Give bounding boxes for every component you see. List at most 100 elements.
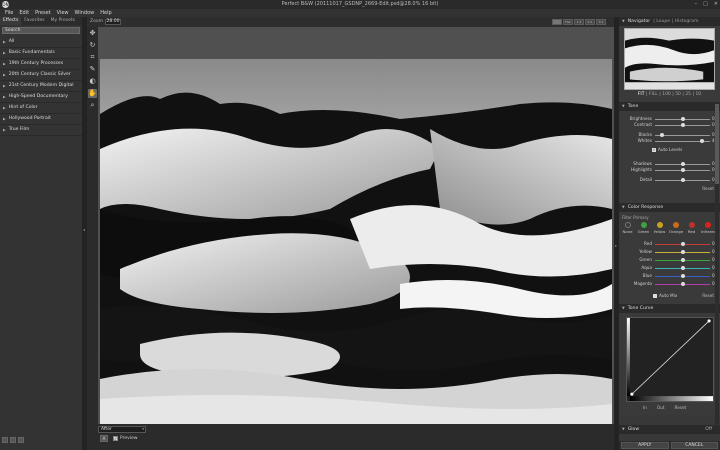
search-input[interactable]: Search (2, 27, 80, 34)
nav-50[interactable]: 50 (675, 92, 681, 97)
nav-25[interactable]: 25 (685, 92, 691, 97)
slider-handle[interactable] (680, 266, 685, 270)
filter-swatch[interactable]: Red (685, 222, 698, 234)
hand-tool-icon[interactable]: ✥ (88, 29, 97, 38)
preset-category[interactable]: ▶ 21st Century Modern Digital (0, 81, 82, 92)
preset-category[interactable]: ▶ Hint of Color (0, 103, 82, 114)
tone-curve-graph[interactable] (626, 317, 714, 402)
preset-category[interactable]: ▶ Basic Fundamentals (0, 48, 82, 59)
slider-handle[interactable] (699, 139, 704, 143)
auto-mix-toggle[interactable]: Auto Mix (653, 293, 677, 298)
panel-scrollbar[interactable] (715, 102, 719, 427)
nav-10[interactable]: 10 (695, 92, 701, 97)
slider-handle[interactable] (680, 162, 685, 166)
filter-swatch[interactable]: None (621, 222, 634, 234)
image-canvas[interactable] (98, 27, 614, 433)
grid-view-button[interactable] (18, 437, 24, 443)
app-logo: ON (2, 1, 9, 8)
menu-preset[interactable]: Preset (32, 9, 54, 17)
photo-preview[interactable] (100, 59, 612, 427)
thumb-view-button[interactable] (10, 437, 16, 443)
tone-reset-button[interactable]: Reset (702, 186, 714, 191)
filter-swatch[interactable]: Infrared (701, 222, 716, 234)
slider-handle[interactable] (680, 123, 685, 127)
compare-button[interactable]: A (100, 435, 108, 442)
slider-handle[interactable] (680, 250, 685, 254)
nav-fit[interactable]: FIT (638, 92, 645, 97)
preset-category-label: Hint of Color (8, 105, 38, 110)
brush-tool-icon[interactable]: ✎ (88, 65, 97, 74)
single-view-button[interactable] (552, 19, 562, 25)
preset-category[interactable]: ▶ 20th Century Classic Silver (0, 70, 82, 81)
preset-category[interactable]: ▶ All (0, 37, 82, 48)
preset-category-label: 21st Century Modern Digital (8, 83, 74, 88)
glow-state[interactable]: Off (705, 425, 712, 434)
slider-handle[interactable] (680, 282, 685, 286)
preset-category[interactable]: ▶ True Film (0, 125, 82, 136)
preset-category-label: Basic Fundamentals (8, 50, 55, 55)
close-button[interactable]: ✕ (714, 0, 718, 9)
list-view-button[interactable] (2, 437, 8, 443)
zoom-tool-icon[interactable]: ⌕ (88, 101, 97, 110)
slider-handle[interactable] (680, 178, 685, 182)
expand-arrow-icon: ▶ (3, 73, 6, 77)
slider-handle[interactable] (659, 133, 664, 137)
filter-name: Yellow (653, 229, 666, 234)
rotate-tool-icon[interactable]: ↻ (88, 41, 97, 50)
glow-header[interactable]: ▼ Glow Off (619, 425, 720, 434)
tone-curve-header[interactable]: ▼ Tone Curve (619, 304, 720, 313)
auto-levels-toggle[interactable]: ✓ Auto Levels (652, 147, 682, 152)
navigator-thumbnail[interactable] (624, 28, 715, 90)
crop-tool-icon[interactable]: ⌗ (88, 53, 97, 62)
tab-favorites[interactable]: Favorites (21, 17, 47, 25)
maximize-button[interactable]: □ (703, 0, 708, 9)
menu-edit[interactable]: Edit (16, 9, 32, 17)
pan-tool-icon[interactable]: ✋ (88, 89, 97, 98)
navigator-title: Navigator (627, 19, 651, 24)
auto-mix-checkbox-icon[interactable] (653, 293, 657, 298)
filter-primary-label: Filter Primary (622, 215, 649, 220)
filter-swatch[interactable]: Orange (669, 222, 683, 234)
collapse-triangle-icon: ▼ (622, 104, 625, 108)
curve-reset-button[interactable]: Reset (674, 405, 686, 410)
tab-effects[interactable]: Effects (0, 17, 22, 25)
zoom-3-1-button[interactable]: 3:1 (596, 19, 606, 25)
fill-view-button[interactable]: FILL (563, 19, 573, 25)
filter-swatch[interactable]: Yellow (653, 222, 666, 234)
preset-category[interactable]: ▶ High-Speed Documentary (0, 92, 82, 103)
zoom-1-1-button[interactable]: 1:1 (574, 19, 584, 25)
menu-view[interactable]: View (54, 9, 72, 17)
cancel-button[interactable]: CANCEL (670, 442, 718, 449)
color-response-header[interactable]: ▼ Color Response (619, 203, 720, 212)
slider-handle[interactable] (680, 242, 685, 246)
zoom-value-field[interactable]: 28.00 (105, 19, 121, 25)
slider-handle[interactable] (680, 274, 685, 278)
gradient-tool-icon[interactable]: ◐ (88, 77, 97, 86)
menu-window[interactable]: Window (72, 9, 98, 17)
preset-category[interactable]: ▶ Hollywood Portrait (0, 114, 82, 125)
apply-button[interactable]: APPLY (621, 442, 669, 449)
nav-fill[interactable]: FILL (649, 92, 658, 97)
filter-swatch[interactable]: Green (637, 222, 650, 234)
zoom-2-1-button[interactable]: 2:1 (585, 19, 595, 25)
preset-category-label: All (8, 39, 15, 44)
menu-help[interactable]: Help (97, 9, 114, 17)
before-after-select[interactable]: After ▾ (98, 426, 146, 433)
preview-checkbox-icon[interactable]: ✓ (113, 436, 118, 441)
preset-category[interactable]: ▶ 19th Century Processes (0, 59, 82, 70)
slider-handle[interactable] (680, 168, 685, 172)
scrollbar-thumb[interactable] (715, 104, 719, 184)
preview-toggle[interactable]: ✓ Preview (113, 435, 138, 442)
tone-header[interactable]: ▼ Tone (619, 102, 720, 111)
minimize-button[interactable]: – (695, 0, 698, 9)
nav-100[interactable]: 100 (662, 92, 671, 97)
navigator-tabs[interactable]: | Loupe | Histogram (653, 17, 698, 26)
tab-my-presets[interactable]: My Presets (48, 17, 78, 25)
navigator-header[interactable]: ▼ Navigator | Loupe | Histogram (619, 17, 720, 26)
auto-levels-checkbox-icon[interactable]: ✓ (652, 147, 656, 152)
color-reset-button[interactable]: Reset (702, 293, 714, 298)
slider-handle[interactable] (680, 117, 685, 121)
before-after-value: After (101, 427, 112, 432)
menu-file[interactable]: File (2, 9, 16, 17)
slider-handle[interactable] (680, 258, 685, 262)
